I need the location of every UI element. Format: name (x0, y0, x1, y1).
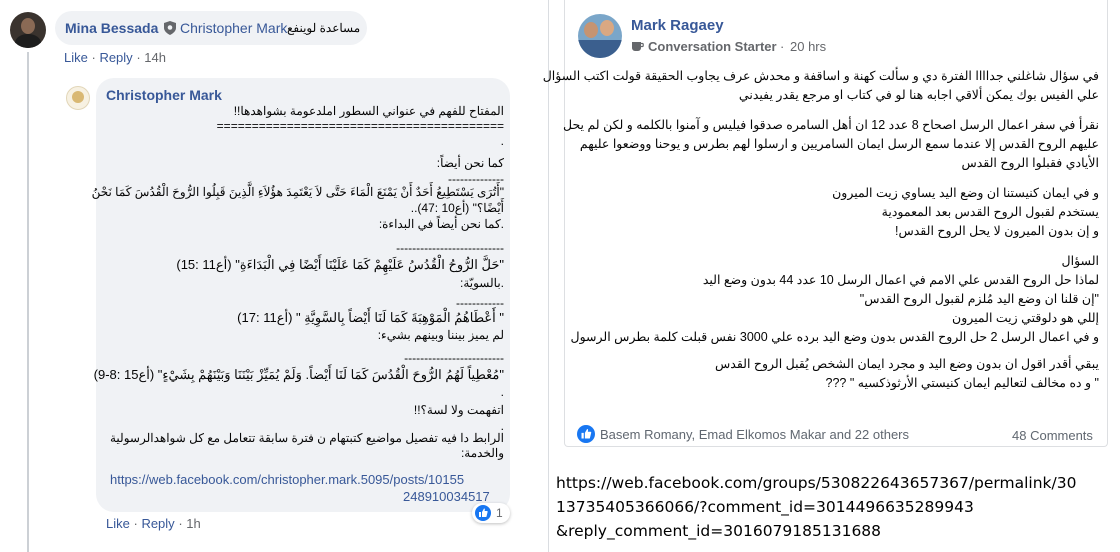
reply-line: "حَلَّ الرُّوحُ الْقُدُسُ عَلَيْهِمْ كَم… (176, 257, 504, 272)
like-link[interactable]: Like (64, 50, 88, 65)
reply-line: . (500, 419, 504, 433)
post-line: "إن قلنا ان وضع اليد مُلزم لقبول الروح ا… (859, 292, 1099, 306)
reply-line: --------------------------- (396, 241, 504, 255)
post-line: إللي هو دلوقتي زيت الميرون (952, 311, 1099, 325)
post-timestamp[interactable]: 20 hrs (790, 39, 826, 54)
avatar[interactable] (10, 12, 46, 48)
post-line: لماذا حل الروح القدس علي الامم في اعمال … (702, 273, 1099, 287)
post-line: الأيادي فقبلوا الروح القدس (961, 156, 1099, 170)
post-line: يستخدم لقبول الروح القدس بعد المعمودية (881, 205, 1099, 219)
left-comment-thread: Mina Bessada Christopher Mark مساعدة لوي… (0, 0, 548, 552)
reply-link[interactable]: Reply (141, 516, 174, 531)
thread-connector (27, 52, 29, 552)
reply-line: المفتاح للفهم في عنواني السطور املدعومة … (233, 104, 504, 118)
post-line: عليهم الروح القدس إلا عندما سمع الرسل اي… (579, 137, 1099, 151)
comment-text: مساعدة لوينفع (287, 21, 361, 35)
reply-text-block: المفتاح للفهم في عنواني السطور املدعومة … (91, 104, 504, 461)
url-caption-line: https://web.facebook.com/groups/53082264… (556, 474, 1077, 492)
post-line: " و ده مخالف لتعاليم ايمان كنيستي الأرثو… (825, 376, 1100, 390)
post-line: يبقي أقدر اقول ان بدون وضع اليد و مجرد ا… (715, 357, 1099, 371)
avatar[interactable] (66, 86, 90, 110)
replying-to-name[interactable]: Christopher Mark (180, 20, 287, 36)
reply-line: .كما نحن أيضاً في البداءة: (378, 217, 504, 231)
url-caption-line: &reply_comment_id=3016079185131688 (556, 522, 882, 540)
reply-line: .بالسويّة: (460, 276, 504, 290)
reply-line: -------------- (448, 172, 504, 186)
reply-line: ------------ (456, 296, 504, 310)
post-footer: Basem Romany, Emad Elkomos Makar and 22 … (565, 420, 1107, 446)
reply-line: . (500, 134, 504, 148)
comment-actions: Like · Reply · 14h (64, 50, 166, 65)
admin-shield-icon (164, 21, 176, 35)
reply-line: "أَتُرَى يَسْتَطِيعُ أَحَدٌ أَنْ يَمْنَع… (91, 185, 504, 199)
reply-line: الرابط دا فيه تفصيل مواضيع كتبتهام ن فتر… (110, 431, 504, 445)
comment-time[interactable]: 14h (144, 50, 166, 65)
post-line: و في ايمان كنيستنا ان وضع اليد يساوي زيت… (832, 186, 1099, 200)
reply-link-line-2[interactable]: 248910034517 (403, 489, 490, 504)
reply-line: اتفهمت ولا لسة؟!! (413, 403, 504, 417)
conversation-starter-badge: Conversation Starter (648, 39, 777, 54)
url-caption: https://web.facebook.com/groups/53082264… (556, 471, 1118, 543)
reply-line: ------------------------- (404, 351, 504, 365)
reply-link[interactable]: Reply (99, 50, 132, 65)
reply-line: والخدمة: (460, 446, 504, 460)
post-body: في سؤال شاغلني جداااا الفترة دي و سألت ك… (542, 67, 1100, 393)
post-line: السؤال (1061, 254, 1099, 268)
post-author[interactable]: Mark Ragaey (631, 17, 724, 34)
reply-author[interactable]: Christopher Mark (106, 87, 222, 103)
reply-line: لم يميز بيننا وبينهم بشيء: (377, 328, 504, 342)
like-link[interactable]: Like (106, 516, 130, 531)
reaction-summary[interactable]: 1 (472, 503, 510, 523)
post-line: نقرأ في سفر اعمال الرسل اصحاح 8 عدد 12 ا… (562, 118, 1099, 132)
reply-bubble: Christopher Mark المفتاح للفهم في عنواني… (91, 78, 510, 512)
reply-link-line-1[interactable]: https://web.facebook.com/christopher.mar… (110, 472, 464, 487)
coffee-cup-icon (631, 39, 644, 52)
like-reaction-icon (577, 425, 595, 443)
reply-line: أَيْضًا؟" (أع10 :47).. (410, 201, 504, 215)
post-line: و في اعمال الرسل 2 حل الروح القدس بدون و… (570, 330, 1099, 344)
reply-line: ========================================… (216, 119, 504, 133)
reply-time[interactable]: 1h (186, 516, 200, 531)
group-post: Mark Ragaey Conversation Starter · 20 hr… (542, 0, 1108, 447)
comment-author[interactable]: Mina Bessada (65, 20, 158, 36)
reply-line: " أَعْطَاهُمُ الْمَوْهِبَةَ كَمَا لَنَا … (237, 310, 504, 325)
post-line: في سؤال شاغلني جداااا الفترة دي و سألت ك… (542, 69, 1099, 83)
post-line: و إن بدون الميرون لا يحل الروح القدس! (895, 224, 1099, 238)
comment-bubble: Mina Bessada Christopher Mark مساعدة لوي… (55, 11, 367, 45)
comments-count[interactable]: 48 Comments (1012, 428, 1093, 443)
reply-line: كما نحن أيضاً: (436, 156, 504, 170)
reactions-summary[interactable]: Basem Romany, Emad Elkomos Makar and 22 … (600, 427, 909, 442)
like-reaction-icon (475, 505, 491, 521)
reply-actions: Like · Reply · 1h (106, 516, 201, 531)
reply-line: . (500, 385, 504, 399)
post-line: علي الفيس بوك يمكن ألاقي اجابه هنا لو في… (738, 88, 1099, 102)
url-caption-line: 13735405366066/?comment_id=3014496635289… (556, 498, 974, 516)
reply-line: "مُعْطِياً لَهُمُ الرُّوحَ الْقُدُسَ كَم… (93, 367, 504, 382)
avatar[interactable] (578, 14, 622, 58)
reaction-count: 1 (496, 506, 503, 520)
